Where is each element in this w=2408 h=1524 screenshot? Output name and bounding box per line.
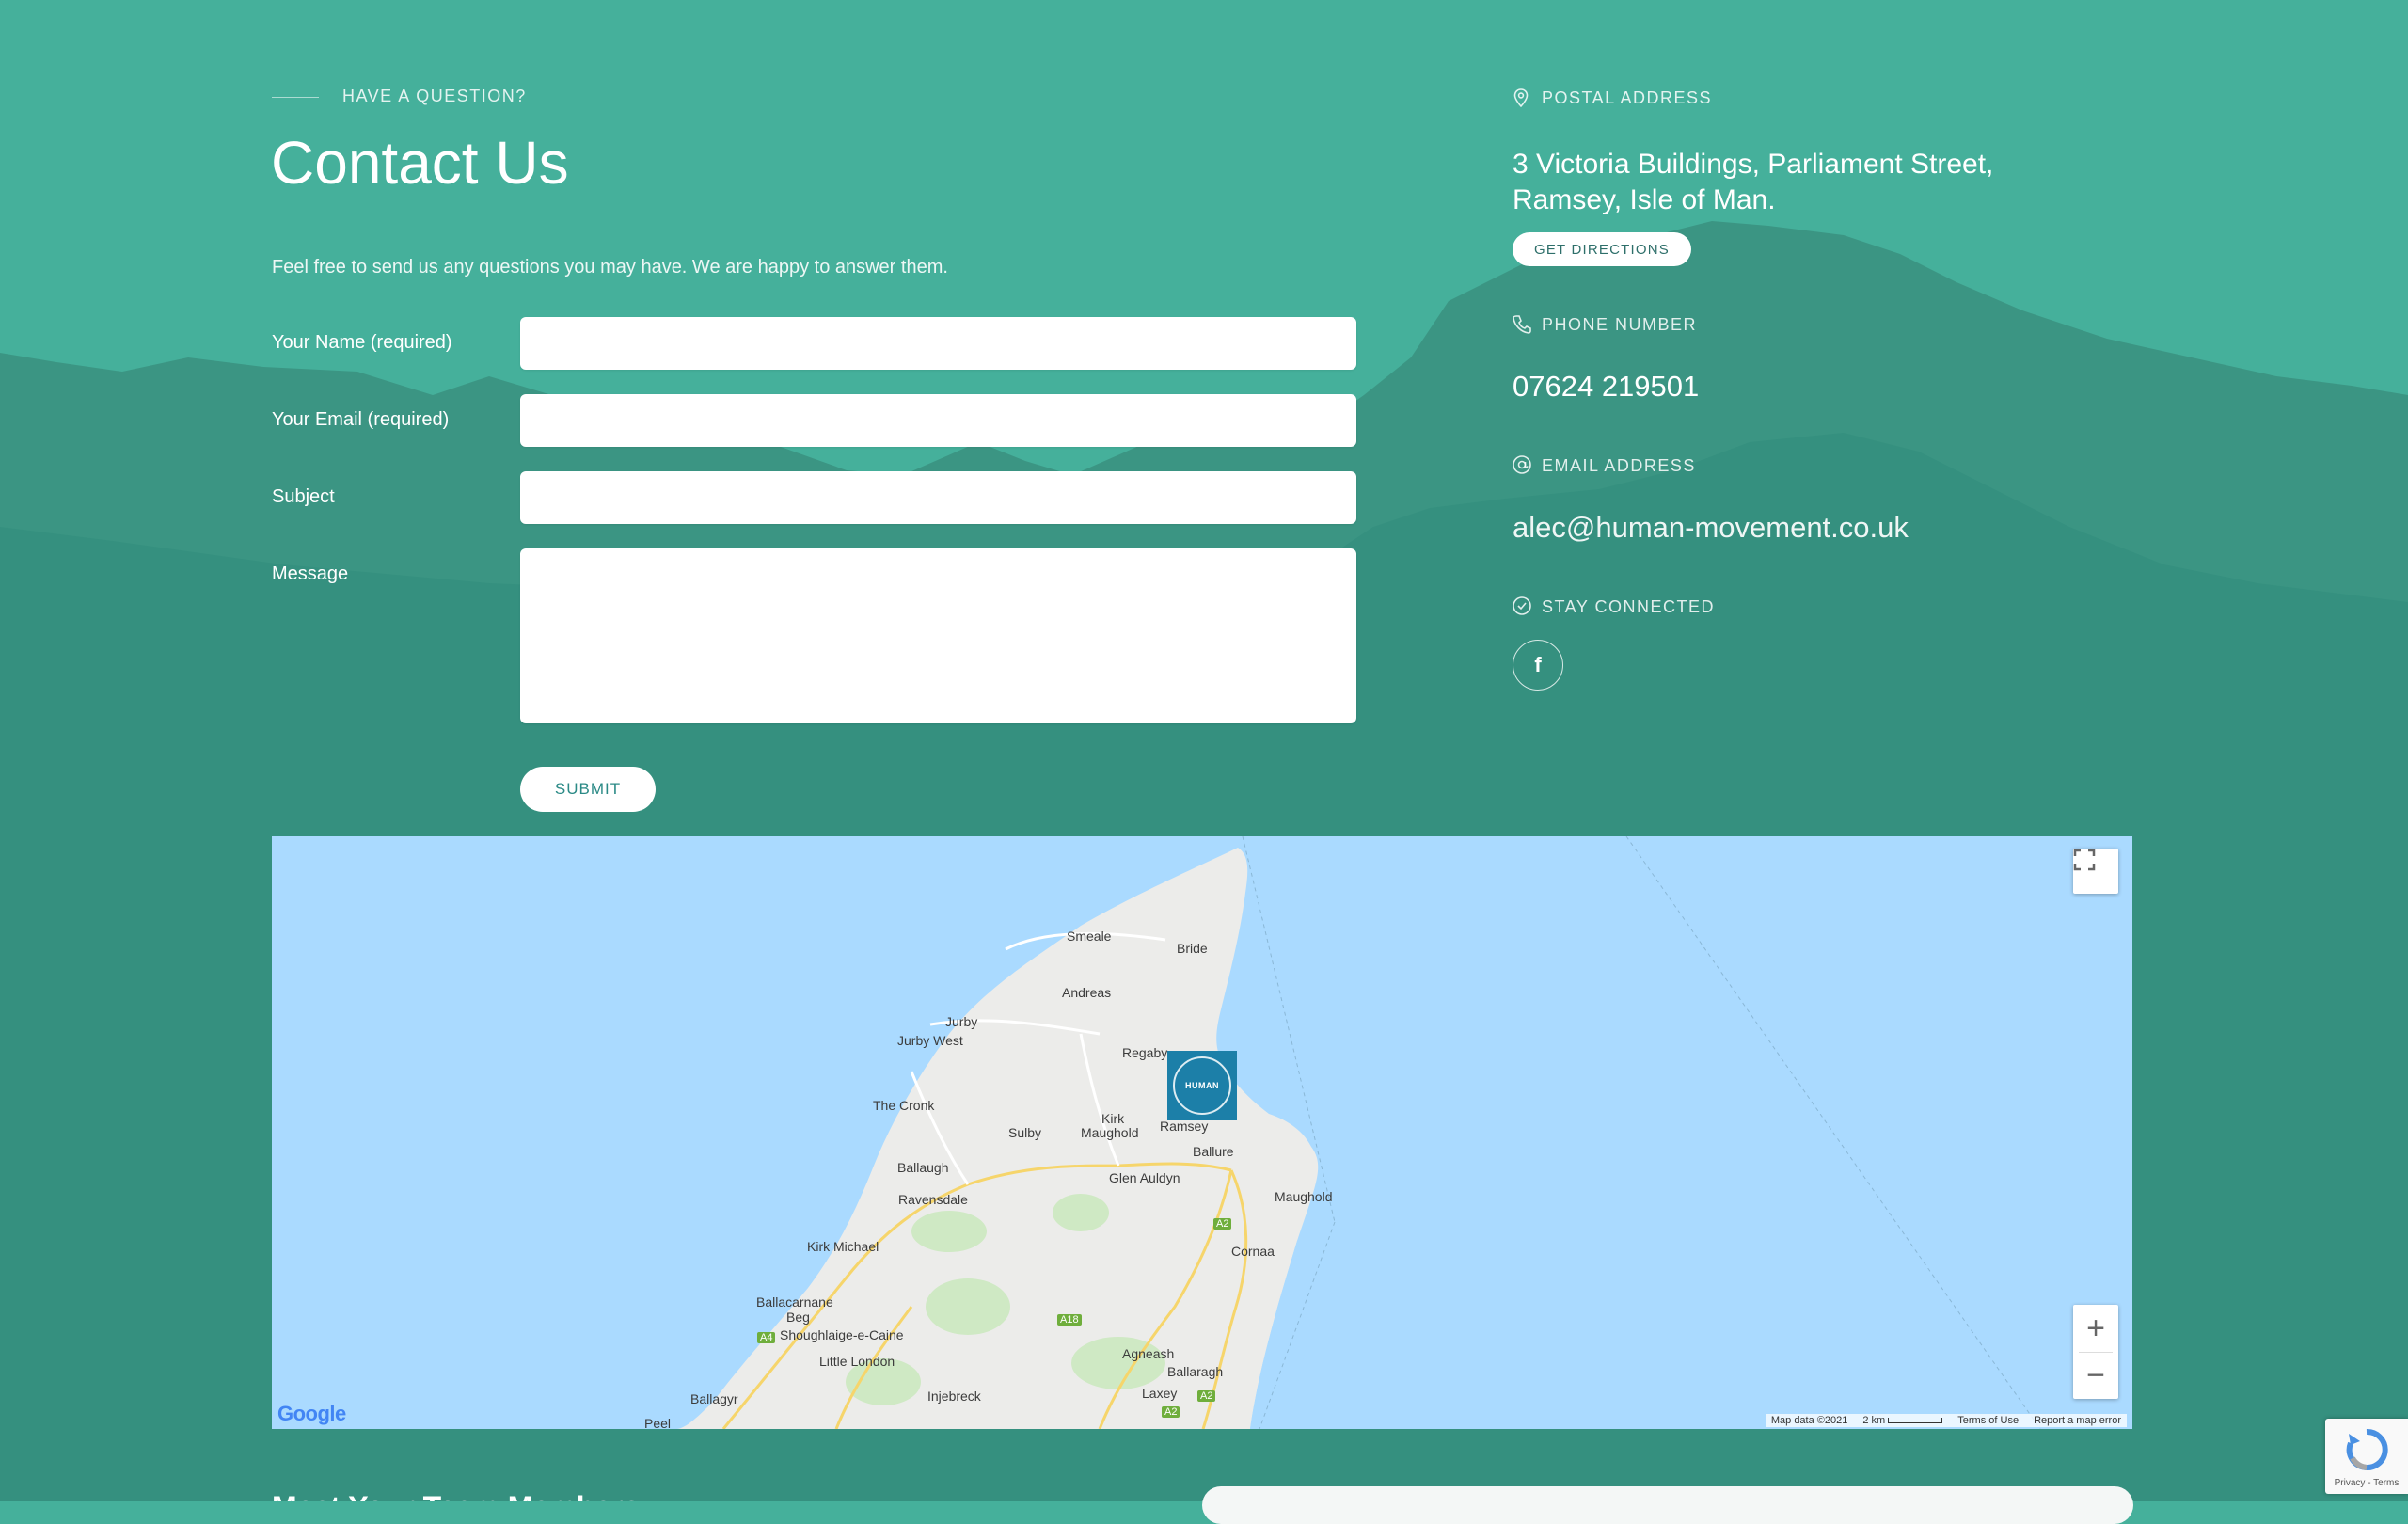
recaptcha-badge[interactable]: Privacy - Terms xyxy=(2325,1419,2408,1494)
social-heading: STAY CONNECTED xyxy=(1542,597,1716,616)
map-place: Laxey xyxy=(1142,1386,1178,1401)
map-data-credit: Map data ©2021 xyxy=(1770,1415,1848,1426)
map-place: Ballure xyxy=(1193,1144,1234,1159)
section-eyebrow: HAVE A QUESTION? xyxy=(342,87,527,105)
check-circle-icon xyxy=(1513,596,1531,615)
google-logo-text: Google xyxy=(277,1402,346,1425)
intro-text: Feel free to send us any questions you m… xyxy=(272,257,948,278)
phone-heading: PHONE NUMBER xyxy=(1542,315,1698,334)
get-directions-button[interactable]: GET DIRECTIONS xyxy=(1513,232,1691,266)
map-place: The Cronk xyxy=(873,1098,935,1113)
fullscreen-icon xyxy=(2073,849,2096,871)
map-place: Ballacarnane xyxy=(756,1294,833,1310)
map-place: Agneash xyxy=(1122,1346,1175,1361)
next-section-heading: Meet Your Team Members xyxy=(272,1479,893,1501)
map-place: Bride xyxy=(1177,941,1208,956)
google-logo: Google xyxy=(277,1402,346,1426)
postal-heading: POSTAL ADDRESS xyxy=(1542,88,1713,107)
subject-input[interactable] xyxy=(520,471,1356,524)
eyebrow-divider xyxy=(272,97,319,98)
map-place: Smeale xyxy=(1067,929,1112,944)
map-attribution: Map data ©2021 2 km Terms of Use Report … xyxy=(1765,1414,2127,1427)
zoom-in-button[interactable]: + xyxy=(2073,1305,2118,1352)
email-heading: EMAIL ADDRESS xyxy=(1542,456,1696,475)
recaptcha-icon xyxy=(2346,1428,2388,1470)
address-line-1: 3 Victoria Buildings, Parliament Street, xyxy=(1513,149,1994,180)
road-badge: A18 xyxy=(1057,1314,1082,1326)
phone-number[interactable]: 07624 219501 xyxy=(1513,370,1699,404)
map-place: Kirk Michael xyxy=(807,1239,879,1254)
map-place: Sulby xyxy=(1008,1125,1042,1140)
subject-label: Subject xyxy=(272,486,335,507)
facebook-icon: f xyxy=(1534,653,1542,676)
map-place: Peel xyxy=(644,1416,672,1429)
marker-logo: HUMAN xyxy=(1173,1056,1231,1115)
email-label: Your Email (required) xyxy=(272,409,450,430)
location-pin-icon xyxy=(1513,88,1529,108)
map-place: Beg xyxy=(786,1310,810,1325)
email-input[interactable] xyxy=(520,394,1356,447)
name-input[interactable] xyxy=(520,317,1356,370)
road-badge: A4 xyxy=(757,1332,776,1343)
map-place: Jurby West xyxy=(897,1033,963,1048)
zoom-control: + − xyxy=(2073,1305,2118,1399)
map-place: Ballaragh xyxy=(1167,1364,1224,1379)
map-scale: 2 km xyxy=(1862,1415,1943,1426)
map-place: Little London xyxy=(819,1354,895,1369)
map-place: Regaby xyxy=(1122,1045,1168,1060)
zoom-out-button[interactable]: − xyxy=(2073,1353,2118,1399)
map-place: Ravensdale xyxy=(898,1192,968,1207)
message-textarea[interactable] xyxy=(520,548,1356,723)
map-place: Andreas xyxy=(1062,985,1112,1000)
address-line-2: Ramsey, Isle of Man. xyxy=(1513,184,1776,215)
map-place: Kirk xyxy=(1101,1111,1125,1126)
message-label: Message xyxy=(272,564,349,584)
terms-link[interactable]: Terms of Use xyxy=(1957,1415,2019,1426)
fullscreen-button[interactable] xyxy=(2073,849,2118,894)
road-badge: A2 xyxy=(1213,1218,1232,1230)
google-map[interactable]: Smeale Bride Andreas Jurby Jurby West Re… xyxy=(272,836,2132,1429)
submit-button[interactable]: SUBMIT xyxy=(520,767,656,812)
map-place: Ballaugh xyxy=(897,1160,949,1175)
map-marker[interactable]: HUMAN xyxy=(1167,1051,1237,1120)
road-badge: A2 xyxy=(1162,1406,1180,1418)
map-place: Cornaa xyxy=(1231,1244,1275,1259)
map-place: Ballagyr xyxy=(690,1391,738,1406)
map-place: Injebreck xyxy=(927,1389,981,1404)
name-label: Your Name (required) xyxy=(272,332,452,353)
facebook-button[interactable]: f xyxy=(1513,640,1563,691)
postal-address: 3 Victoria Buildings, Parliament Street,… xyxy=(1513,147,2039,218)
email-address[interactable]: alec@human-movement.co.uk xyxy=(1513,511,1909,545)
next-section-card xyxy=(1202,1486,2133,1524)
map-place: Maughold xyxy=(1275,1189,1333,1204)
map-place: Maughold xyxy=(1081,1125,1139,1140)
report-error-link[interactable]: Report a map error xyxy=(2034,1415,2121,1426)
page-title: Contact Us xyxy=(271,129,569,197)
map-place: Glen Auldyn xyxy=(1109,1170,1180,1185)
at-sign-icon xyxy=(1513,455,1531,474)
recaptcha-links[interactable]: Privacy - Terms xyxy=(2325,1478,2408,1488)
map-place: Jurby xyxy=(945,1014,978,1029)
map-place: Ramsey xyxy=(1160,1119,1209,1134)
map-place: Shoughlaige-e-Caine xyxy=(780,1327,904,1342)
phone-icon xyxy=(1513,315,1531,334)
road-badge: A2 xyxy=(1197,1390,1216,1402)
